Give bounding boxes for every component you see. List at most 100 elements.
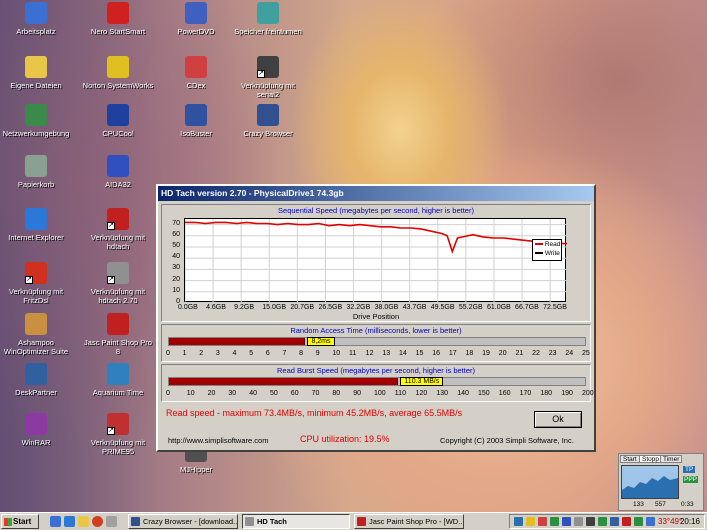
desktop-icon-label: WinRAR: [21, 438, 51, 447]
scale-tick-label: 90: [353, 390, 361, 397]
desktop-icon[interactable]: ↗ Verknüpfung mit FritzDsl: [0, 262, 72, 305]
random-scale: 0 1 2 3 4 5 6 7 8 9 10 11 12 13 14 15 16 17 18 19 20 21 22 23 24…: [162, 350, 590, 360]
task-button[interactable]: Jasc Paint Shop Pro - [WD...: [354, 514, 464, 529]
tray-icon-6[interactable]: [574, 517, 583, 526]
desktop-icon[interactable]: ↗ Verknüpfung mit PRIME95: [82, 413, 154, 456]
show-desktop-icon[interactable]: [50, 516, 61, 527]
desktop-icon[interactable]: Eigene Dateien: [0, 56, 72, 90]
prime95-icon: ↗: [107, 413, 129, 435]
desktop-icon[interactable]: DeskPartner: [0, 363, 72, 397]
scale-tick-label: 110: [394, 390, 406, 397]
copyright-text: Copyright (C) 2003 Simpli Software, Inc.: [440, 436, 574, 445]
scale-tick-label: 170: [519, 390, 532, 397]
tray-icon-9[interactable]: [610, 517, 619, 526]
desktop-icon[interactable]: Speicher freiräumen: [232, 2, 304, 36]
gadget-tab-start[interactable]: Start: [620, 455, 640, 463]
desktop-icon[interactable]: Jasc Paint Shop Pro 8: [82, 313, 154, 356]
hdtach-window[interactable]: HD Tach version 2.70 - PhysicalDrive1 74…: [156, 184, 596, 452]
x-tick-label: 72.5GB: [543, 304, 567, 311]
desktop-icon[interactable]: AIDA32: [82, 155, 154, 189]
gadget-tab-stopp[interactable]: Stopp: [639, 455, 662, 463]
tray-icon-7[interactable]: [586, 517, 595, 526]
scale-tick-label: 7: [282, 350, 287, 357]
desktop-icon[interactable]: Crazy Browser: [232, 104, 304, 138]
desktop-icon[interactable]: IsoBuster: [160, 104, 232, 138]
gadget-val-2: 557: [655, 501, 666, 508]
desktop-icon[interactable]: Ashampoo WinOptimizer Suite: [0, 313, 72, 356]
taskbar: Start Crazy Browser - [download... HD Tac…: [0, 512, 707, 530]
ie-quicklaunch-icon[interactable]: [64, 516, 75, 527]
scale-tick-label: 40: [249, 390, 257, 397]
burst-bar: 110.3 MB/s: [168, 377, 586, 386]
desktop-icon[interactable]: CDex: [160, 56, 232, 90]
scale-tick-label: 140: [457, 390, 469, 397]
x-tick-label: 55.2GB: [458, 304, 483, 311]
desktop-icon-label: Ashampoo WinOptimizer Suite: [3, 338, 69, 356]
chart-legend: Read Write: [532, 239, 562, 261]
misc-quicklaunch-icon[interactable]: [106, 516, 117, 527]
desktop-icon[interactable]: Norton SystemWorks: [82, 56, 154, 90]
desktop-icon[interactable]: ↗ Verknüpfung mit hdtach: [82, 208, 154, 251]
system-monitor-gadget[interactable]: Start Stopp Timer TP PPP 133 557 0:33: [618, 453, 704, 511]
folder-quicklaunch-icon[interactable]: [78, 516, 89, 527]
desktop-icon[interactable]: Netzwerkumgebung: [0, 104, 72, 138]
ie-icon: [25, 208, 47, 230]
ok-button[interactable]: Ok: [534, 411, 582, 428]
desktop-icon-label: Verknüpfung mit FritzDsl: [8, 287, 64, 305]
x-tick-label: 43.7GB: [402, 304, 427, 311]
scale-tick-label: 60: [290, 390, 299, 397]
task-button[interactable]: Crazy Browser - [download...: [128, 514, 238, 529]
my-computer-icon: [25, 2, 47, 24]
desktop-icon[interactable]: Arbeitsplatz: [0, 2, 72, 36]
legend-read: Read: [535, 240, 561, 249]
desktop-icon[interactable]: ↗ Verknüpfung mit serial2: [232, 56, 304, 99]
scale-tick-label: 14: [398, 350, 407, 357]
website-link[interactable]: http://www.simplisoftware.com: [168, 436, 268, 445]
tray-icon-10[interactable]: [622, 517, 631, 526]
legend-write: Write: [535, 249, 561, 258]
burst-panel: Read Burst Speed (megabytes per second, …: [161, 364, 594, 402]
scale-tick-label: 15: [415, 350, 424, 357]
desktop-icon-label: Nero StartSmart: [90, 27, 146, 36]
desktop-icon[interactable]: Aquarium Time: [82, 363, 154, 397]
tray-icon-8[interactable]: [598, 517, 607, 526]
desktop-icon[interactable]: ↗ Verknüpfung mit hdtach 2.70: [82, 262, 154, 305]
speicher-icon: [257, 2, 279, 24]
desktop-icon[interactable]: Papierkorb: [0, 155, 72, 189]
scale-tick-label: 9: [315, 350, 320, 357]
x-tick-label: 49.5GB: [430, 304, 455, 311]
desktop-icon-label: CPUCool: [102, 129, 134, 138]
scale-tick-label: 200: [582, 390, 594, 397]
tray-icon-1[interactable]: [514, 517, 523, 526]
burst-scale: 0 10 20 30 40 50 60 70 80 90 100 110 120 130 140 150 160…: [162, 390, 594, 400]
desktop-icon[interactable]: WinRAR: [0, 413, 72, 447]
tray-icon-5[interactable]: [562, 517, 571, 526]
gadget-ppp: PPP: [683, 476, 699, 483]
desktop-icon-label: Crazy Browser: [243, 129, 293, 138]
desktop-icon-label: DeskPartner: [15, 388, 57, 397]
read-speed-stats: Read speed - maximum 73.4MB/s, minimum 4…: [166, 408, 463, 418]
desktop-icon[interactable]: Nero StartSmart: [82, 2, 154, 36]
tray-icon-11[interactable]: [634, 517, 643, 526]
tray-icon-2[interactable]: [526, 517, 535, 526]
x-axis-label: Drive Position: [352, 312, 400, 321]
tray-icon-12[interactable]: [646, 517, 655, 526]
tray-icon-4[interactable]: [550, 517, 559, 526]
media-quicklaunch-icon[interactable]: [92, 516, 103, 527]
y-tick-label: 30: [172, 264, 180, 272]
windows-flag-icon: [4, 518, 12, 526]
desktop-icon[interactable]: PowerDVD: [160, 2, 232, 36]
start-button[interactable]: Start: [1, 514, 39, 529]
network-icon: [25, 104, 47, 126]
desktop-icon[interactable]: CPUCool: [82, 104, 154, 138]
winrar-icon: [25, 413, 47, 435]
task-button[interactable]: HD Tach: [242, 514, 350, 529]
desktop-icon[interactable]: Internet Explorer: [0, 208, 72, 242]
window-title[interactable]: HD Tach version 2.70 - PhysicalDrive1 74…: [158, 186, 594, 201]
burst-bar-fill: [169, 378, 399, 385]
tray-icon-3[interactable]: [538, 517, 547, 526]
hdtach-icon: [245, 517, 254, 526]
scale-tick-label: 190: [561, 390, 573, 397]
clock[interactable]: 20:16: [680, 515, 700, 528]
gadget-tab-timer[interactable]: Timer: [660, 455, 683, 463]
